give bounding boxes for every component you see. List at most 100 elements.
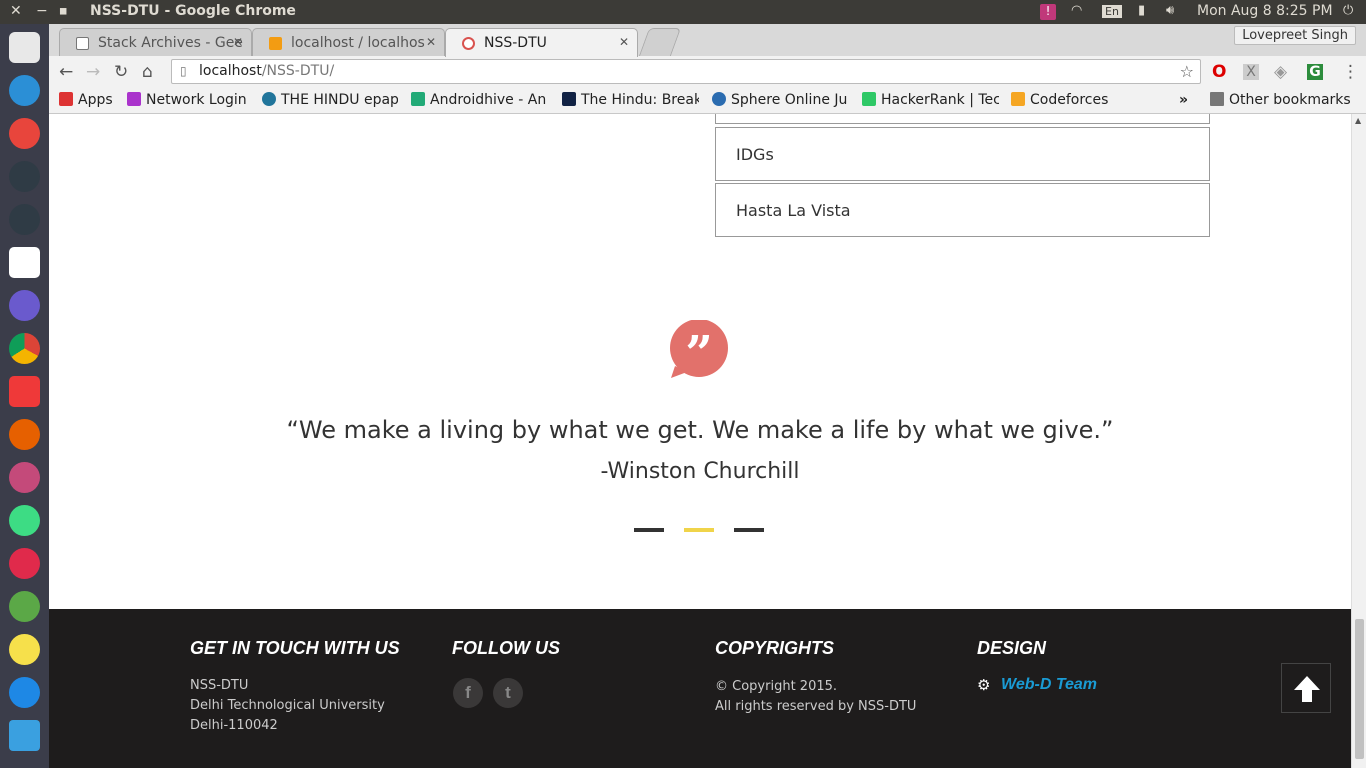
nss-icon [462,37,475,50]
tab-nss-dtu[interactable]: NSS-DTU ✕ [445,28,638,57]
close-tab-icon[interactable]: ✕ [619,35,629,49]
hackerrank-icon [862,92,876,106]
codeforces-icon [1011,92,1025,106]
home-icon[interactable]: ⌂ [142,62,153,82]
extension-x-icon[interactable]: X [1243,64,1259,80]
copyright-text: © Copyright 2015. All rights reserved by… [715,679,917,714]
phpmyadmin-icon [269,37,282,50]
extension-cube-icon[interactable]: ◈ [1274,62,1287,82]
copyrights-heading: COPYRIGHTS [715,638,835,658]
tab-stack-archives[interactable]: Stack Archives - Gee ✕ [59,28,252,56]
list-item-hasta-la-vista[interactable]: Hasta La Vista [715,183,1210,237]
bookmark-codeforces[interactable]: Codeforces [1011,92,1108,108]
scroll-up-icon[interactable]: ▲ [1355,116,1361,125]
contact-line: NSS-DTU [190,678,249,693]
page-viewport: IDGs Hasta La Vista ” “We make a living … [49,114,1351,768]
slider-dot-2-active[interactable] [684,528,714,532]
twitter-icon[interactable]: t [493,678,523,708]
bookmark-apps[interactable]: Apps [59,92,113,108]
extension-g-icon[interactable]: G [1307,64,1323,80]
close-tab-icon[interactable]: ✕ [426,35,436,49]
other-bookmarks[interactable]: Other bookmarks [1210,92,1351,108]
list-item-cut-off[interactable] [715,114,1210,124]
bookmarks-bar: Apps Network Login THE HINDU epap Androi… [49,88,1366,114]
os-top-bar: ✕ − ◼ NSS-DTU - Google Chrome ! ◠ En ▮ 🔊… [0,0,1366,24]
tab-label: Stack Archives - Gee [98,35,243,51]
wordpress-icon [262,92,276,106]
android-studio-icon[interactable] [9,505,40,536]
spoj-icon [712,92,726,106]
list-item-idgs[interactable]: IDGs [715,127,1210,181]
files-icon[interactable] [9,290,40,321]
new-tab-button[interactable] [638,28,682,56]
atom-icon[interactable] [9,462,40,493]
keyboard-layout-indicator[interactable]: En [1102,5,1122,18]
quote-icon: ” [670,320,728,380]
notification-icon[interactable]: ! [1040,4,1056,20]
vivaldi-icon[interactable] [9,376,40,407]
scrollbar-thumb[interactable] [1355,619,1364,759]
bookmark-the-hindu-epaper[interactable]: THE HINDU epap [262,92,398,108]
archive-icon[interactable] [9,634,40,665]
terminal-icon[interactable] [9,161,40,192]
window-title: NSS-DTU - Google Chrome [90,3,296,19]
battery-icon[interactable]: ▮ [1138,3,1145,18]
gear-icon: ⚙ [977,676,991,694]
chrome-icon[interactable] [9,333,40,364]
apple-launcher-icon[interactable] [9,32,40,63]
apps-grid-icon [59,92,73,106]
close-tab-icon[interactable]: ✕ [233,35,243,49]
app-launcher [0,24,49,768]
android-app-icon[interactable] [9,591,40,622]
th-icon [562,92,576,106]
pie-app-icon[interactable] [9,118,40,149]
firefox-icon[interactable] [9,419,40,450]
power-icon[interactable]: ⏻ [1343,3,1353,18]
slider-dot-1[interactable] [634,528,664,532]
page-info-icon[interactable]: ▯ [180,64,187,78]
testimonial-author: -Winston Churchill [600,459,800,484]
bookmark-androidhive[interactable]: Androidhive - An [411,92,547,108]
facebook-icon[interactable]: f [453,678,483,708]
site-footer: GET IN TOUCH WITH US NSS-DTU Delhi Techn… [49,609,1351,768]
maximize-window-icon[interactable]: ◼ [59,6,67,17]
back-to-top-button[interactable] [1281,663,1331,713]
forward-icon[interactable]: → [86,62,100,82]
tab-localhost[interactable]: localhost / localhos ✕ [252,28,445,56]
chat-app-icon[interactable] [9,75,40,106]
address-host: localhost [199,63,262,79]
browser-chrome: Stack Archives - Gee ✕ localhost / local… [49,24,1366,114]
bookmark-hackerrank[interactable]: HackerRank | Tec [862,92,999,108]
opera-extension-icon[interactable]: O [1212,62,1226,82]
updates-icon[interactable] [9,720,40,751]
arrow-up-icon [1294,676,1320,702]
tab-strip: Stack Archives - Gee ✕ localhost / local… [49,24,1366,57]
page-scrollbar[interactable]: ▲ [1351,114,1366,768]
close-window-icon[interactable]: ✕ [10,3,22,19]
bookmark-the-hindu[interactable]: The Hindu: Break [562,92,699,108]
volume-icon[interactable]: 🔊︎ [1166,3,1174,18]
bookmarks-overflow-icon[interactable]: » [1179,92,1188,108]
flickr-icon[interactable] [9,548,40,579]
testimonial-quote: “We make a living by what we get. We mak… [286,416,1114,444]
web-d-team-link[interactable]: Web-D Team [1001,676,1097,694]
chrome-menu-icon[interactable]: ⋮ [1342,62,1359,82]
reload-icon[interactable]: ↻ [114,62,128,82]
navigation-bar: ← → ↻ ⌂ ▯ localhost/NSS-DTU/ ☆ O X ◈ G ⋮ [49,56,1366,88]
umbrella-icon [127,92,141,106]
svg-text:”: ” [685,326,713,380]
bookmark-sphere-online-judge[interactable]: Sphere Online Ju [712,92,849,108]
slider-dot-3[interactable] [734,528,764,532]
software-center-icon[interactable] [9,247,40,278]
minimize-window-icon[interactable]: − [36,3,48,19]
profile-button[interactable]: Lovepreet Singh [1234,26,1356,45]
contact-heading: GET IN TOUCH WITH US [190,638,400,658]
terminal-alt-icon[interactable] [9,204,40,235]
wifi-icon[interactable]: ◠ [1071,3,1082,18]
clock[interactable]: Mon Aug 8 8:25 PM [1197,3,1333,19]
bookmark-network-login[interactable]: Network Login [127,92,251,108]
r-app-icon[interactable] [9,677,40,708]
bookmark-star-icon[interactable]: ☆ [1180,62,1194,81]
back-icon[interactable]: ← [59,62,73,82]
address-bar[interactable]: ▯ localhost/NSS-DTU/ ☆ [171,59,1201,84]
